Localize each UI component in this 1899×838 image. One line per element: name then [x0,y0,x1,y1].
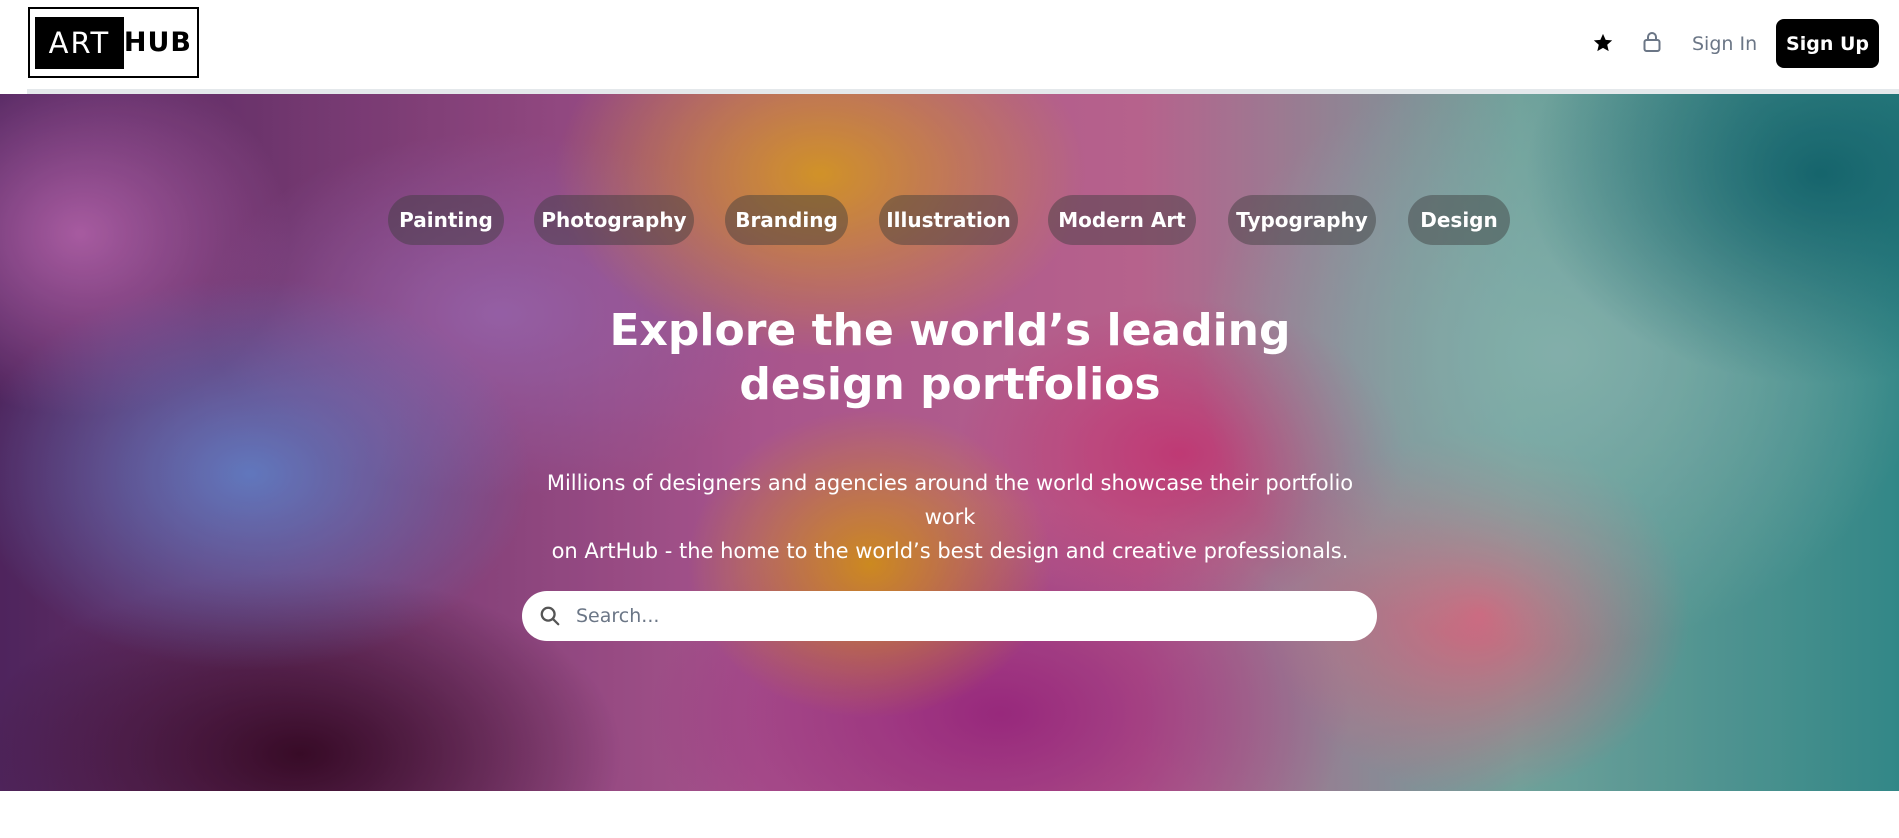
lock-icon[interactable] [1640,29,1664,55]
star-icon[interactable] [1590,30,1616,56]
category-tag-photography[interactable]: Photography [534,195,694,245]
hero-headline: Explore the world’s leading design portf… [550,304,1350,412]
hero-subtext: Millions of designers and agencies aroun… [520,466,1380,568]
category-tag-typography[interactable]: Typography [1228,195,1376,245]
category-tag-design[interactable]: Design [1408,195,1510,245]
category-tags: Painting Photography Branding Illustrati… [0,195,1899,245]
sign-in-link[interactable]: Sign In [1692,30,1757,58]
category-tag-illustration[interactable]: Illustration [879,195,1018,245]
hero-banner: Painting Photography Branding Illustrati… [0,94,1899,791]
sign-up-button[interactable]: Sign Up [1776,19,1879,68]
search-bar[interactable] [522,591,1377,641]
headline-line-1: Explore the world’s leading [609,305,1291,356]
subtext-line-2: on ArtHub - the home to the world’s best… [551,539,1349,563]
logo-art-block: ART [35,16,124,69]
site-header: ART HUB Sign In Sign Up [0,0,1899,94]
logo-hub-text: HUB [123,27,192,58]
headline-line-2: design portfolios [739,359,1161,410]
search-input[interactable] [576,605,1356,627]
subtext-line-1: Millions of designers and agencies aroun… [546,471,1354,529]
category-tag-modern-art[interactable]: Modern Art [1048,195,1196,245]
arthub-logo[interactable]: ART HUB [28,7,199,78]
category-tag-painting[interactable]: Painting [388,195,504,245]
category-tag-branding[interactable]: Branding [725,195,848,245]
search-icon [538,604,562,628]
